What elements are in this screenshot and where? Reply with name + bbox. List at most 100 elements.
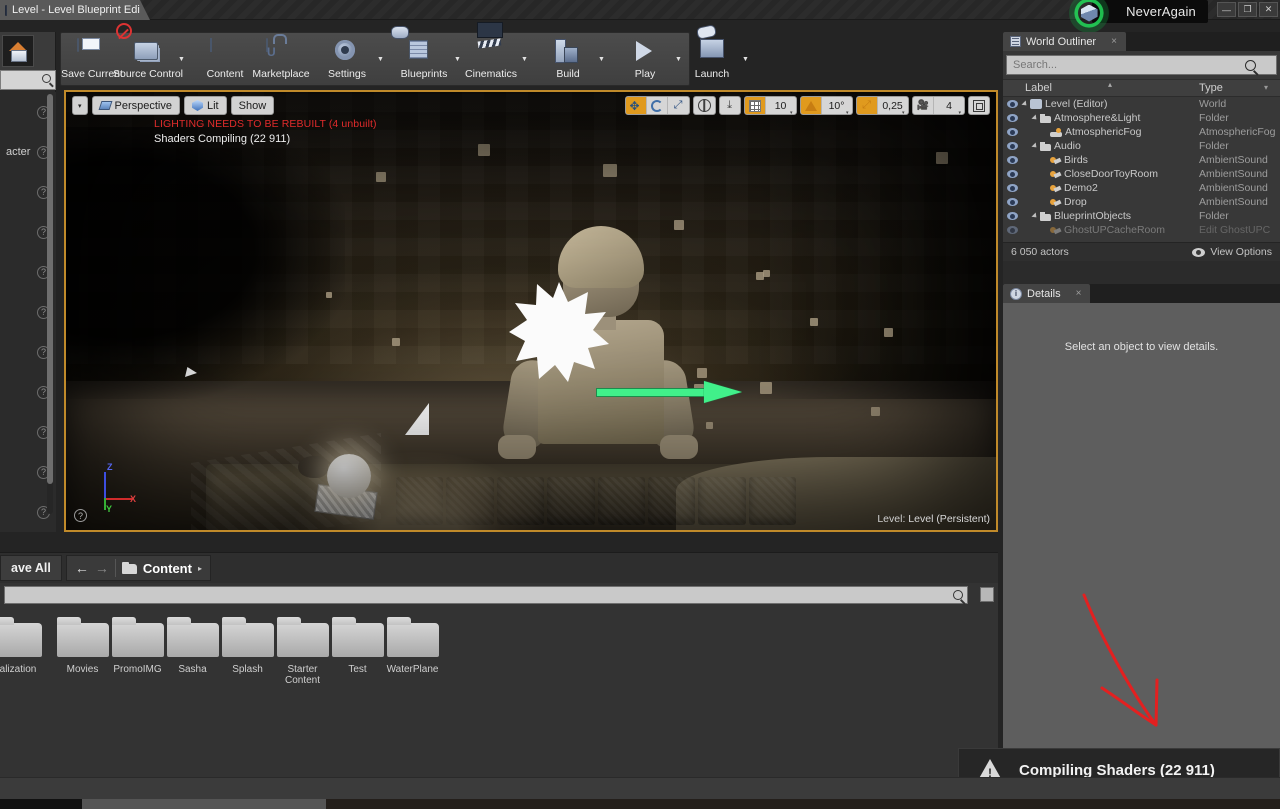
back-arrow-icon[interactable]: ← [75, 560, 89, 576]
expander-icon[interactable] [1031, 114, 1038, 121]
os-taskbar[interactable] [0, 799, 1280, 809]
folder-item[interactable]: Movies [55, 611, 110, 771]
level-name-label: Level (Persistent) [908, 513, 990, 525]
viewport-show-button[interactable]: Show [231, 96, 275, 115]
forward-arrow-icon[interactable]: → [95, 560, 109, 576]
table-row[interactable]: CloseDoorToyRoom AmbientSound [1003, 167, 1280, 181]
content-button[interactable]: Content [197, 35, 253, 83]
translate-mode-button[interactable] [626, 96, 647, 115]
visibility-eye-icon[interactable] [1003, 128, 1021, 136]
folder-item[interactable]: PromoIMG [110, 611, 165, 771]
details-tab[interactable]: i Details × [1003, 284, 1090, 303]
blueprints-button[interactable]: Blueprints [396, 35, 452, 83]
source-control-dropdown-icon[interactable]: ▼ [176, 35, 187, 83]
viewport-options-button[interactable]: ▾ [72, 96, 88, 115]
maximize-viewport-button[interactable] [968, 96, 990, 115]
place-mode-tab[interactable] [2, 35, 34, 67]
viewport-perspective-button[interactable]: Perspective [92, 96, 180, 115]
folder-item[interactable]: Splash [220, 611, 275, 771]
content-search-input[interactable] [4, 586, 968, 604]
surface-snap-button[interactable]: ⤓ [719, 96, 741, 115]
modes-search-input[interactable] [0, 70, 56, 90]
details-empty-message: Select an object to view details. [1065, 341, 1218, 353]
coordinate-system-button[interactable] [693, 96, 716, 115]
expander-icon[interactable] [1021, 100, 1028, 107]
visibility-eye-icon[interactable] [1003, 184, 1021, 192]
folder-item[interactable]: Test [330, 611, 385, 771]
save-search-icon[interactable] [980, 587, 994, 602]
chevron-right-icon[interactable]: ▸ [198, 564, 202, 573]
launch-button[interactable]: Launch [684, 35, 740, 83]
viewport-lit-button[interactable]: Lit [184, 96, 227, 115]
save-current-button[interactable]: Save Current [64, 35, 120, 83]
scale-snap-value[interactable]: 0,25 [878, 96, 908, 115]
table-row[interactable]: Level (Editor) World [1003, 97, 1280, 111]
folder-item[interactable]: WaterPlane [385, 611, 440, 771]
visibility-eye-icon[interactable] [1003, 212, 1021, 220]
angle-snap-value[interactable]: 10° [822, 96, 852, 115]
marketplace-button[interactable]: Marketplace [253, 35, 309, 83]
camera-speed-icon-button[interactable]: 🎥 [913, 96, 934, 115]
cinematics-dropdown-icon[interactable]: ▼ [519, 35, 530, 83]
play-dropdown-icon[interactable]: ▼ [673, 35, 684, 83]
settings-dropdown-icon[interactable]: ▼ [375, 35, 386, 83]
launch-dropdown-icon[interactable]: ▼ [740, 35, 751, 83]
folder-icon [222, 615, 274, 657]
rotate-mode-button[interactable] [647, 96, 668, 115]
visibility-eye-icon[interactable] [1003, 114, 1021, 122]
visibility-eye-icon[interactable] [1003, 142, 1021, 150]
grid-snap-toggle[interactable] [745, 96, 766, 115]
table-row[interactable]: AtmosphericFog AtmosphericFog [1003, 125, 1280, 139]
viewport-help-icon[interactable]: ? [74, 509, 87, 522]
outliner-rows[interactable]: Level (Editor) World Atmosphere&Light Fo… [1003, 97, 1280, 237]
visibility-eye-icon[interactable] [1003, 198, 1021, 206]
angle-snap-toggle[interactable] [801, 96, 822, 115]
row-type: Edit GhostUPC [1199, 224, 1280, 236]
table-row[interactable]: BlueprintObjects Folder [1003, 209, 1280, 223]
unreal-editor-window: Level - Level Blueprint Edi × NeverAgain… [0, 0, 1280, 809]
folder-item[interactable]: Starter Content [275, 611, 330, 771]
visibility-eye-icon[interactable] [1003, 156, 1021, 164]
close-icon[interactable]: × [1111, 36, 1117, 47]
visibility-eye-icon[interactable] [1003, 100, 1021, 108]
table-row[interactable]: Demo2 AmbientSound [1003, 181, 1280, 195]
expander-icon[interactable] [1031, 212, 1038, 219]
table-row[interactable]: Atmosphere&Light Folder [1003, 111, 1280, 125]
grid-snap-value[interactable]: 10 [766, 96, 796, 115]
minimize-button[interactable]: — [1217, 2, 1236, 17]
modes-scrollbar[interactable] [47, 94, 53, 514]
camera-speed-value[interactable]: 4 [934, 96, 964, 115]
column-type[interactable]: Type [1199, 82, 1280, 94]
build-dropdown-icon[interactable]: ▼ [596, 35, 607, 83]
maximize-button[interactable]: ❐ [1238, 2, 1257, 17]
outliner-search-input[interactable]: Search... [1006, 55, 1277, 75]
tab-close-icon[interactable]: × [147, 5, 153, 16]
save-all-button[interactable]: ave All [0, 555, 62, 581]
world-outliner-tab-strip: World Outliner × [1003, 32, 1280, 51]
level-viewport[interactable]: ▾ Perspective Lit Show LIGHTING NEEDS TO… [64, 90, 998, 532]
expander-icon[interactable] [1031, 142, 1038, 149]
visibility-eye-icon[interactable] [1003, 170, 1021, 178]
visibility-eye-icon[interactable] [1003, 226, 1021, 234]
scale-snap-toggle[interactable]: ⤢ [857, 96, 878, 115]
folder-item[interactable]: Sasha [165, 611, 220, 771]
breadcrumb[interactable]: Content [143, 561, 192, 576]
close-icon[interactable]: × [1076, 288, 1082, 299]
close-button[interactable]: ✕ [1259, 2, 1278, 17]
table-row[interactable]: GhostUPCacheRoom Edit GhostUPC [1003, 223, 1280, 237]
table-row[interactable]: Drop AmbientSound [1003, 195, 1280, 209]
build-button[interactable]: Build [540, 35, 596, 83]
table-row[interactable]: Birds AmbientSound [1003, 153, 1280, 167]
outliner-view-options-button[interactable]: View Options [1192, 246, 1272, 258]
source-control-button[interactable]: Source Control [120, 35, 176, 83]
scale-mode-button[interactable]: ⤢ [668, 96, 689, 115]
column-label[interactable]: Label [1003, 82, 1199, 94]
level-blueprint-tab[interactable]: Level - Level Blueprint Edi × [0, 0, 150, 20]
cinematics-button[interactable]: Cinematics [463, 35, 519, 83]
blueprints-dropdown-icon[interactable]: ▼ [452, 35, 463, 83]
world-outliner-tab[interactable]: World Outliner × [1003, 32, 1126, 51]
settings-button[interactable]: Settings [319, 35, 375, 83]
table-row[interactable]: Audio Folder [1003, 139, 1280, 153]
play-button[interactable]: Play [617, 35, 673, 83]
folder-item[interactable]: calization [0, 611, 43, 771]
